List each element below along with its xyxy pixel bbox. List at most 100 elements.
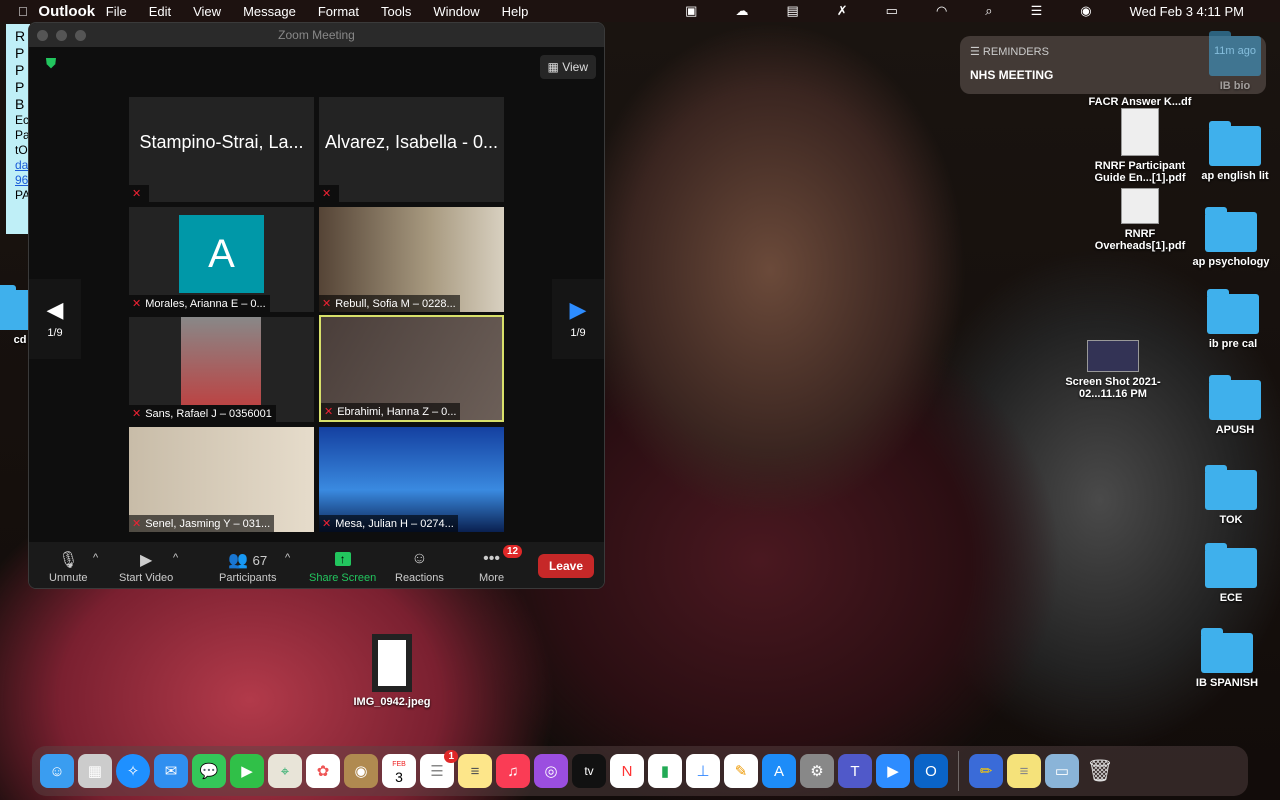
desktop-folder[interactable]: APUSH	[1180, 375, 1280, 436]
desktop-folder[interactable]: ap english lit	[1180, 121, 1280, 182]
folder-icon	[1209, 375, 1261, 420]
teams-icon[interactable]: T	[838, 754, 872, 788]
clock[interactable]: Wed Feb 3 4:11 PM	[1130, 4, 1244, 19]
participant-tile[interactable]: ✕ Senel, Jasming Y – 031...	[129, 427, 314, 532]
desktop-file[interactable]: FACR Answer K...df	[1085, 96, 1195, 108]
battery-icon[interactable]: ▭	[886, 3, 898, 19]
desktop-file[interactable]: RNRF Participant Guide En...[1].pdf	[1085, 108, 1195, 184]
zoom-icon[interactable]: ▶	[876, 754, 910, 788]
trash-icon[interactable]: 🗑	[1083, 754, 1117, 788]
participant-tile[interactable]: ✕ Rebull, Sofia M – 0228...	[319, 207, 504, 312]
fullscreen-button[interactable]	[75, 30, 86, 41]
wifi-icon[interactable]: ◠	[936, 3, 947, 19]
participants-button[interactable]: 👥 67 Participants	[219, 550, 276, 584]
menu-view[interactable]: View	[193, 4, 221, 19]
stickies-icon[interactable]: ≡	[1007, 754, 1041, 788]
news-icon[interactable]: N	[610, 754, 644, 788]
outlook-icon[interactable]: O	[914, 754, 948, 788]
minimize-button[interactable]	[56, 30, 67, 41]
unmute-label: Unmute	[49, 572, 88, 584]
muted-microphone-icon: 🎙	[58, 552, 79, 569]
pencil-app-icon[interactable]: ✏	[969, 754, 1003, 788]
reminders-icon[interactable]: ☰ 1	[420, 750, 458, 788]
view-button[interactable]: ▦ View	[539, 55, 596, 79]
desktop-folder[interactable]: TOK	[1176, 465, 1280, 526]
apple-tv-icon[interactable]: tv	[572, 754, 606, 788]
facetime-icon[interactable]: ▶	[230, 754, 264, 788]
launchpad-icon[interactable]: ▦	[78, 754, 112, 788]
pages-icon[interactable]: ✎	[724, 754, 758, 788]
reactions-button[interactable]: ☺ Reactions	[395, 550, 444, 584]
menu-window[interactable]: Window	[433, 4, 479, 19]
display-icon[interactable]: ▤	[786, 3, 798, 19]
maps-icon[interactable]: ⌖	[268, 754, 302, 788]
safari-icon[interactable]: ✧	[116, 754, 150, 788]
participant-tile[interactable]: Stampino-Strai, La... ✕	[129, 97, 314, 202]
previous-page-button[interactable]: ◀ 1/9	[29, 279, 81, 359]
siri-icon[interactable]: ◉	[1080, 3, 1091, 19]
desktop-file[interactable]: IMG_0942.jpeg	[337, 634, 447, 708]
title-bar[interactable]: Zoom Meeting	[29, 23, 604, 47]
menu-help[interactable]: Help	[502, 4, 529, 19]
desktop-folder[interactable]: IB bio	[1180, 31, 1280, 92]
creative-cloud-icon[interactable]: ☁	[735, 3, 748, 19]
preview-icon[interactable]: ▭	[1045, 754, 1079, 788]
folder-label: TOK	[1219, 514, 1243, 526]
bluetooth-icon[interactable]: ✗	[837, 3, 848, 19]
participant-tile[interactable]: Alvarez, Isabella - 0... ✕	[319, 97, 504, 202]
desktop-file[interactable]: Screen Shot 2021-02...11.16 PM	[1058, 340, 1168, 400]
zoom-status-icon[interactable]: ▣	[685, 3, 697, 19]
numbers-icon[interactable]: ▮	[648, 754, 682, 788]
menu-tools[interactable]: Tools	[381, 4, 411, 19]
participants-options-caret[interactable]: ^	[285, 552, 290, 564]
messages-icon[interactable]: 💬	[192, 754, 226, 788]
tv-label: tv	[584, 764, 594, 778]
desktop-folder[interactable]: ap psychology	[1176, 207, 1280, 268]
share-screen-button[interactable]: ↑ Share Screen	[309, 550, 376, 584]
menu-message[interactable]: Message	[243, 4, 296, 19]
participant-tile[interactable]: ✕ Mesa, Julian H – 0274...	[319, 427, 504, 532]
folder-label: ap english lit	[1201, 170, 1269, 182]
photos-icon[interactable]: ✿	[306, 754, 340, 788]
menu-format[interactable]: Format	[318, 4, 359, 19]
muted-mic-icon: ✕	[322, 518, 332, 530]
system-preferences-icon[interactable]: ⚙	[800, 754, 834, 788]
start-video-button[interactable]: ▶ Start Video	[119, 550, 173, 584]
menu-file[interactable]: File	[106, 4, 127, 19]
next-page-button[interactable]: ▶ 1/9	[552, 279, 604, 359]
reactions-label: Reactions	[395, 572, 444, 584]
desktop-folder[interactable]: IB SPANISH	[1172, 628, 1280, 689]
participant-tile[interactable]: ✕ Sans, Rafael J – 0356001	[129, 317, 314, 422]
folder-icon	[1207, 289, 1259, 334]
sticky-note[interactable]: R P P P B Ec Pa tO da 96 PA	[6, 24, 30, 234]
apple-menu-icon[interactable]: 	[18, 4, 28, 19]
unmute-button[interactable]: 🎙 Unmute	[49, 550, 88, 584]
podcasts-icon[interactable]: ◎	[534, 754, 568, 788]
file-label: RNRF Overheads[1].pdf	[1094, 228, 1186, 252]
desktop-folder[interactable]: ECE	[1176, 543, 1280, 604]
participant-name: Alvarez, Isabella - 0...	[324, 132, 499, 152]
menu-edit[interactable]: Edit	[149, 4, 171, 19]
participant-tile-active-speaker[interactable]: ✕ Ebrahimi, Hanna Z – 0...	[319, 315, 504, 422]
security-shield-icon[interactable]: ⛊	[41, 55, 61, 77]
notes-icon[interactable]: ≡	[458, 754, 492, 788]
app-store-icon[interactable]: A	[762, 754, 796, 788]
participant-tile[interactable]: A ✕ Morales, Arianna E – 0...	[129, 207, 314, 312]
video-options-caret[interactable]: ^	[173, 552, 178, 564]
finder-icon[interactable]: ☺	[40, 754, 74, 788]
desktop-folder[interactable]: ib pre cal	[1178, 289, 1280, 350]
video-off-icon: ▶	[139, 552, 153, 569]
keynote-icon[interactable]: ⊥	[686, 754, 720, 788]
muted-mic-icon: ✕	[324, 406, 334, 418]
more-button[interactable]: ••• More	[479, 550, 504, 584]
spotlight-search-icon[interactable]: ⌕	[985, 3, 992, 19]
music-icon[interactable]: ♫	[496, 754, 530, 788]
audio-options-caret[interactable]: ^	[93, 552, 98, 564]
leave-button[interactable]: Leave	[537, 554, 594, 578]
calendar-icon[interactable]: FEB 3	[382, 754, 416, 788]
contacts-icon[interactable]: ◉	[344, 754, 378, 788]
close-button[interactable]	[37, 30, 48, 41]
mail-icon[interactable]: ✉	[154, 754, 188, 788]
control-center-icon[interactable]: ☰	[1031, 3, 1043, 19]
video-feed	[181, 317, 261, 405]
